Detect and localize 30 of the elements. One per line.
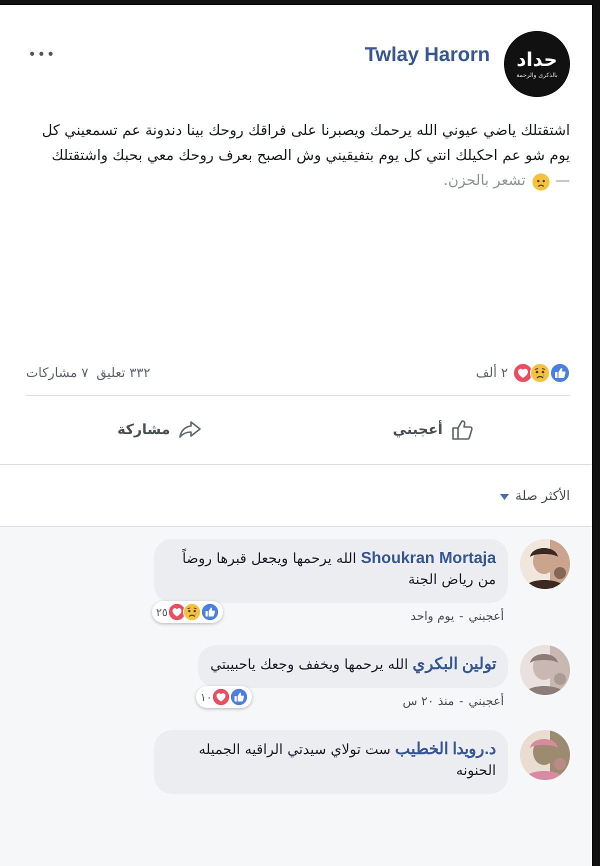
separator: - (459, 694, 464, 708)
comment-text: تولين البكري الله يرحمها ويخفف وجعك ياحبيبتي (210, 655, 496, 676)
sort-dropdown[interactable]: الأكثر صلة (500, 489, 570, 504)
thumbs-up-icon (450, 418, 475, 442)
more-options-button[interactable]: ••• (28, 47, 56, 63)
logo-title: حداد (516, 48, 558, 70)
caret-icon (500, 494, 510, 500)
reaction-count: ١٠ (200, 690, 212, 704)
commenter-name[interactable]: د.رويدا الخطيب (395, 741, 496, 758)
like-link[interactable]: أعجبني (468, 609, 504, 623)
feeling-separator: — (556, 172, 570, 191)
share-count[interactable]: ٧ مشاركات (26, 366, 88, 380)
share-button[interactable]: مشاركة (87, 410, 232, 450)
reaction-count[interactable]: ٢ ألف (476, 366, 508, 380)
reaction-summary[interactable]: ٢٥ (152, 601, 223, 623)
sad-face-icon (532, 172, 550, 190)
like-link[interactable]: أعجبني (468, 694, 504, 708)
feeling-label: تشعر بالحزن. (443, 172, 526, 191)
author-name[interactable]: Twlay Harorn (364, 44, 490, 66)
comment-text: د.رويدا الخطيب ست تولاي سيدتي الراقيه الجميله الحنونه (198, 740, 496, 781)
commenter-name[interactable]: Shoukran Mortaja (360, 550, 496, 567)
comment-time[interactable]: يوم واحد (410, 609, 454, 623)
separator: - (459, 609, 464, 623)
like-button[interactable]: أعجبني (362, 410, 505, 450)
reaction-count: ٢٥ (156, 606, 168, 618)
post-text: اشتقتلك ياضي عيوني الله يرحمك ويصبرنا على فراقك روحك بينا دندونة عم تسمعيني كل يوم شو عم احكيلك انتي كل يوم بتفيقيني وش الصبح بعرف روحك معي بحبك واشتقتلك (40, 122, 570, 166)
commenter-name[interactable]: تولين البكري (412, 656, 496, 673)
reaction-summary[interactable]: ١٠ (196, 686, 252, 708)
comment-time[interactable]: منذ ٢٠ س (402, 694, 454, 708)
comment-count[interactable]: ٣٣٢ تعليق (96, 366, 150, 380)
